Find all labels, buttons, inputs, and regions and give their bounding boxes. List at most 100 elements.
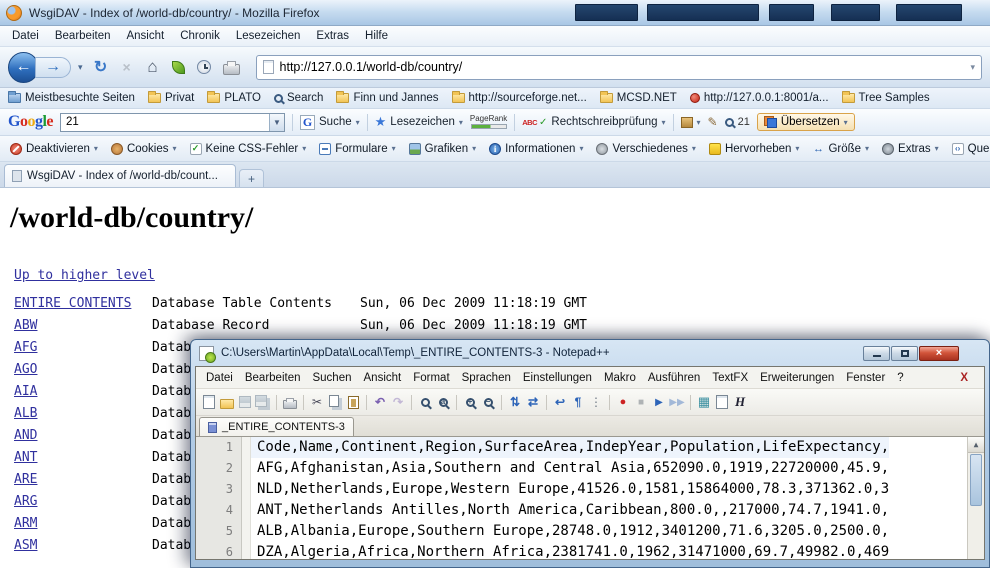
entry-link[interactable]: ARG	[14, 494, 152, 509]
bookmark-finn-und-jannes[interactable]: Finn und Jannes	[336, 92, 438, 104]
npp-menu-makro[interactable]: Makro	[598, 369, 642, 387]
indent-guide-icon[interactable]: ⋮	[588, 394, 604, 410]
npp-menu-sprachen[interactable]: Sprachen	[456, 369, 517, 387]
up-to-higher-level-link[interactable]: Up to higher level	[14, 268, 155, 283]
menu-chronik[interactable]: Chronik	[172, 28, 228, 44]
word-wrap-icon[interactable]: ↩	[552, 394, 568, 410]
npp-menu-format[interactable]: Format	[407, 369, 455, 387]
bookmark-privat[interactable]: Privat	[148, 92, 194, 104]
html-preview-icon[interactable]: H	[732, 394, 748, 410]
entry-link[interactable]: AFG	[14, 340, 152, 355]
spellcheck-button[interactable]: ABC✓Rechtschreibprüfung▾	[522, 116, 665, 128]
menu-bearbeiten[interactable]: Bearbeiten	[47, 28, 119, 44]
sync-scroll-vertical-icon[interactable]: ⇅	[507, 394, 523, 410]
entry-link[interactable]: AIA	[14, 384, 152, 399]
entry-link[interactable]: AGO	[14, 362, 152, 377]
forward-button[interactable]: →	[35, 57, 71, 78]
zoom-in-icon[interactable]: +	[462, 394, 478, 410]
cut-icon[interactable]: ✂	[309, 394, 325, 410]
url-bar[interactable]: http://127.0.0.1/world-db/country/ ▾	[256, 55, 982, 80]
webdev-groesse[interactable]: ↔Größe▾	[806, 143, 875, 155]
editor-line[interactable]: 1Code,Name,Continent,Region,SurfaceArea,…	[196, 437, 967, 458]
menu-lesezeichen[interactable]: Lesezeichen	[228, 28, 309, 44]
editor-line[interactable]: 5ALB,Albania,Europe,Southern Europe,2874…	[196, 521, 967, 542]
bookmark-plato[interactable]: PLATO	[207, 92, 261, 104]
bookmark-sourceforge[interactable]: http://sourceforge.net...	[452, 92, 587, 104]
record-macro-icon[interactable]: ●	[615, 394, 631, 410]
entry-link[interactable]: ARE	[14, 472, 152, 487]
webdev-css[interactable]: ✓Keine CSS-Fehler▾	[184, 143, 313, 155]
npp-menu-datei[interactable]: Datei	[200, 369, 239, 387]
entry-link[interactable]: ARM	[14, 516, 152, 531]
close-button[interactable]: ×	[919, 346, 959, 361]
npp-menu-suchen[interactable]: Suchen	[306, 369, 357, 387]
new-document-icon[interactable]	[201, 394, 217, 410]
npp-menu-help[interactable]: ?	[891, 369, 909, 387]
npp-menu-ausfuehren[interactable]: Ausführen	[642, 369, 706, 387]
google-search-input[interactable]: 21 ▼	[60, 113, 285, 132]
google-search-button[interactable]: GSuche▾	[300, 115, 360, 130]
new-tab-button[interactable]: +	[239, 169, 264, 187]
bookmark-localhost-8001[interactable]: http://127.0.0.1:8001/a...	[690, 92, 829, 104]
entry-link[interactable]: ENTIRE CONTENTS	[14, 296, 152, 311]
editor-line[interactable]: 3NLD,Netherlands,Europe,Western Europe,4…	[196, 479, 967, 500]
edit-page-icon[interactable]	[714, 394, 730, 410]
entry-link[interactable]: ASM	[14, 538, 152, 553]
urlbar-dropdown-icon[interactable]: ▾	[970, 62, 975, 73]
google-bookmarks-button[interactable]: ★Lesezeichen▾	[375, 114, 463, 130]
function-grid-icon[interactable]: ▦	[696, 394, 712, 410]
npp-menu-textfx[interactable]: TextFX	[706, 369, 754, 387]
stop-macro-icon[interactable]: ■	[633, 394, 649, 410]
minimize-button[interactable]	[863, 346, 890, 361]
print-button[interactable]	[223, 64, 240, 75]
webdev-deaktivieren[interactable]: Deaktivieren▾	[4, 143, 104, 155]
webdev-formulare[interactable]: Formulare▾	[313, 143, 401, 155]
editor-line[interactable]: 6DZA,Algeria,Africa,Northern Africa,2381…	[196, 542, 967, 559]
undo-icon[interactable]: ↶	[372, 394, 388, 410]
webdev-quelltext[interactable]: ‹›Quelltext	[946, 143, 990, 155]
bookmark-mcsd[interactable]: MCSD.NET	[600, 92, 677, 104]
vertical-scrollbar[interactable]: ▲	[967, 437, 984, 559]
save-all-icon[interactable]	[255, 394, 271, 410]
tab-wsgidav[interactable]: WsgiDAV - Index of /world-db/count...	[4, 164, 236, 187]
edit-button[interactable]: ✎	[708, 115, 718, 129]
close-document-button[interactable]: X	[954, 369, 974, 387]
run-macro-multiple-icon[interactable]: ▶▶	[669, 394, 685, 410]
show-all-characters-icon[interactable]: ¶	[570, 394, 586, 410]
webdev-extras[interactable]: Extras▾	[876, 143, 945, 155]
editor-line[interactable]: 2AFG,Afghanistan,Asia,Southern and Centr…	[196, 458, 967, 479]
npp-menu-einstellungen[interactable]: Einstellungen	[517, 369, 598, 387]
save-icon[interactable]	[237, 394, 253, 410]
stop-button[interactable]: ×	[116, 55, 138, 79]
menu-extras[interactable]: Extras	[308, 28, 357, 44]
scroll-up-icon[interactable]: ▲	[968, 437, 984, 453]
entry-link[interactable]: ALB	[14, 406, 152, 421]
notepadpp-editor[interactable]: 1Code,Name,Continent,Region,SurfaceArea,…	[196, 437, 984, 559]
editor-line[interactable]: 4ANT,Netherlands Antilles,North America,…	[196, 500, 967, 521]
menu-hilfe[interactable]: Hilfe	[357, 28, 396, 44]
pagerank-widget[interactable]: PageRank	[470, 115, 507, 129]
bookmark-meistbesuchte[interactable]: Meistbesuchte Seiten	[8, 92, 135, 104]
sync-scroll-horizontal-icon[interactable]: ⇄	[525, 394, 541, 410]
leaf-addon-icon[interactable]	[172, 61, 185, 74]
sidewiki-button[interactable]: ▾	[681, 117, 701, 128]
bookmark-search[interactable]: Search	[274, 92, 323, 104]
menu-ansicht[interactable]: Ansicht	[118, 28, 172, 44]
home-button[interactable]: ⌂	[142, 55, 164, 79]
bookmark-tree-samples[interactable]: Tree Samples	[842, 92, 930, 104]
history-dropdown-icon[interactable]: ▾	[75, 62, 86, 73]
npp-menu-ansicht[interactable]: Ansicht	[358, 369, 408, 387]
notepadpp-titlebar[interactable]: C:\Users\Martin\AppData\Local\Temp\_ENTI…	[195, 340, 985, 366]
replace-icon[interactable]: a	[435, 394, 451, 410]
open-folder-icon[interactable]	[219, 394, 235, 410]
print-icon[interactable]	[282, 394, 298, 410]
url-text[interactable]: http://127.0.0.1/world-db/country/	[280, 60, 965, 74]
translate-button[interactable]: Übersetzen▾	[757, 113, 855, 131]
reload-button[interactable]: ↻	[90, 55, 112, 79]
menu-datei[interactable]: Datei	[4, 28, 47, 44]
paste-icon[interactable]	[345, 394, 361, 410]
scrollbar-thumb[interactable]	[970, 454, 982, 506]
copy-icon[interactable]	[327, 394, 343, 410]
maximize-button[interactable]	[891, 346, 918, 361]
webdev-cookies[interactable]: Cookies▾	[105, 143, 183, 155]
